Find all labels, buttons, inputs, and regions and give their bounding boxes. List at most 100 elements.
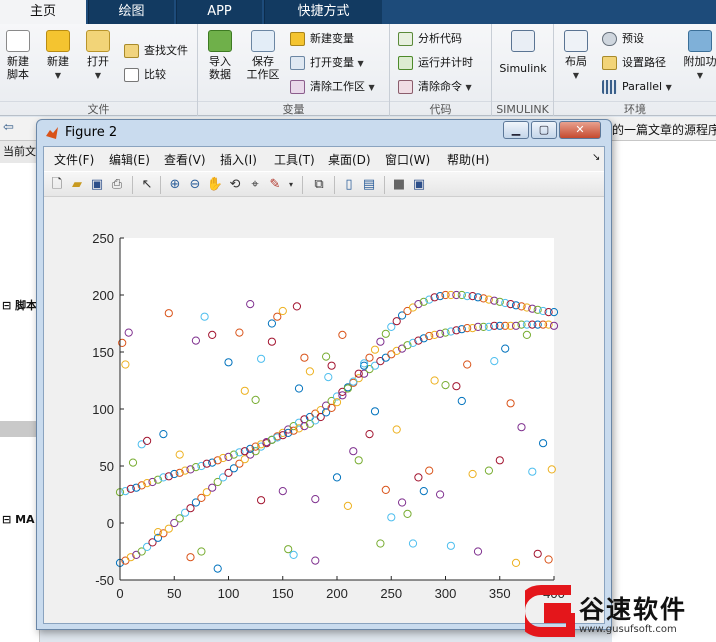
x-tick-label: 150	[272, 586, 294, 601]
group-label-simulink: SIMULINK	[492, 101, 553, 116]
group-label-environment: 环境	[554, 101, 716, 116]
plot-area: 0 50 100 150 200 250 300 350 400 -50 0 50 100 150 200 2…	[44, 198, 604, 623]
run-and-time-button[interactable]: 运行并计时	[398, 54, 473, 72]
ribbon-group-variable: 导入 数据 保存 工作区 新建变量 打开变量 ▼ 清除工作区 ▼ 变量	[198, 24, 390, 116]
menu-window[interactable]: 窗口(W)	[385, 151, 430, 168]
open-variable-icon	[290, 56, 305, 70]
minimize-button[interactable]: ▁	[503, 121, 529, 139]
ribbon-group-simulink: Simulink SIMULINK	[492, 24, 554, 116]
group-label-file: 文件	[0, 101, 197, 116]
y-tick-label: 150	[92, 345, 114, 360]
import-data-icon	[208, 30, 232, 52]
addons-icon	[688, 30, 712, 52]
x-tick-label: 50	[167, 586, 181, 601]
zoom-out-icon[interactable]: ⊖	[186, 176, 204, 194]
back-arrow-icon[interactable]: ⇦	[3, 120, 14, 135]
analyze-code-icon	[398, 32, 413, 46]
new-script-button[interactable]: 新建 脚本	[0, 30, 36, 81]
addons-button[interactable]: 附加功 ▼	[680, 30, 716, 82]
rotate-3d-icon[interactable]: ⟲	[226, 176, 244, 194]
maximize-button[interactable]: ▢	[531, 121, 557, 139]
menu-view[interactable]: 查看(V)	[164, 151, 206, 168]
selected-row[interactable]	[0, 421, 40, 437]
ribbon-group-code: 分析代码 运行并计时 清除命令 ▼ 代码	[390, 24, 492, 116]
y-tick-label: 100	[92, 402, 114, 417]
hide-plot-tools-icon[interactable]: ■	[390, 176, 408, 194]
save-workspace-icon	[251, 30, 275, 52]
save-workspace-button[interactable]: 保存 工作区	[242, 30, 284, 81]
chevron-down-icon: ▼	[696, 71, 704, 80]
workspace-panel	[612, 141, 716, 642]
tab-home[interactable]: 主页	[0, 0, 86, 24]
legend-icon[interactable]: ▤	[360, 176, 378, 194]
tab-apps[interactable]: APP	[176, 0, 262, 24]
zoom-in-icon[interactable]: ⊕	[166, 176, 184, 194]
menu-insert[interactable]: 插入(I)	[220, 151, 257, 168]
figure-title-bar[interactable]: Figure 2 ▁ ▢ ✕	[37, 120, 611, 146]
set-path-button[interactable]: 设置路径	[602, 54, 666, 72]
new-figure-icon[interactable]: 🗋	[48, 176, 66, 194]
open-button[interactable]: 打开 ▼	[80, 30, 116, 82]
simulink-button[interactable]: Simulink	[498, 30, 548, 75]
ribbon: 新建 脚本 新建▼ 打开▼ 查找文件 比较 文件 导入 数据 保存 工作区	[0, 24, 716, 116]
import-data-button[interactable]: 导入 数据	[202, 30, 238, 81]
tab-shortcuts[interactable]: 快捷方式	[264, 0, 382, 24]
run-and-time-icon	[398, 56, 413, 70]
expand-icon[interactable]: ⊟	[2, 299, 11, 312]
clear-commands-button[interactable]: 清除命令 ▼	[398, 78, 472, 96]
compare-button[interactable]: 比较	[124, 66, 166, 84]
save-icon[interactable]: ▣	[88, 176, 106, 194]
toolbar-separator	[160, 176, 161, 194]
new-button[interactable]: 新建 ▼	[40, 30, 76, 82]
new-script-icon	[6, 30, 30, 52]
open-variable-button[interactable]: 打开变量 ▼	[290, 54, 364, 72]
data-cursor-icon[interactable]: ⌖	[246, 176, 264, 194]
clear-commands-icon	[398, 80, 413, 94]
x-tick-label: 300	[435, 586, 457, 601]
y-tick-label: 250	[92, 231, 114, 246]
close-button[interactable]: ✕	[559, 121, 601, 139]
figure-client-area: 文件(F) 编辑(E) 查看(V) 插入(I) 工具(T) 桌面(D) 窗口(W…	[43, 146, 605, 624]
print-icon[interactable]: ⎙	[108, 176, 126, 194]
chevron-down-icon: ▼	[572, 71, 580, 80]
chevron-down-icon: ▼	[665, 83, 672, 92]
colorbar-icon[interactable]: ▯	[340, 176, 358, 194]
chevron-down-icon[interactable]: ▾	[282, 176, 300, 194]
new-variable-button[interactable]: 新建变量	[290, 30, 354, 48]
menu-help[interactable]: 帮助(H)	[447, 151, 489, 168]
ribbon-group-environment: 布局 ▼ 预设 设置路径 Parallel ▼ 附加功 ▼ 环境	[554, 24, 716, 116]
tree-node-scripts[interactable]: ⊟ 脚本	[2, 297, 37, 313]
gear-icon	[602, 32, 617, 46]
dock-arrow-icon[interactable]: ↘	[592, 152, 600, 163]
current-folder-header: 当前文	[0, 141, 40, 163]
toolbar-separator	[384, 176, 385, 194]
preferences-button[interactable]: 预设	[602, 30, 644, 48]
analyze-code-button[interactable]: 分析代码	[398, 30, 462, 48]
pointer-icon[interactable]: ↖	[138, 176, 156, 194]
x-tick-label: 100	[218, 586, 240, 601]
y-tick-label: 50	[100, 459, 114, 474]
tab-plots[interactable]: 绘图	[88, 0, 174, 24]
parallel-button[interactable]: Parallel ▼	[602, 78, 672, 96]
figure-window[interactable]: Figure 2 ▁ ▢ ✕ 文件(F) 编辑(E) 查看(V) 插入(I) 工…	[36, 119, 612, 630]
clear-workspace-button[interactable]: 清除工作区 ▼	[290, 78, 375, 96]
chevron-down-icon: ▼	[465, 83, 472, 92]
menu-file[interactable]: 文件(F)	[54, 151, 94, 168]
menu-edit[interactable]: 编辑(E)	[109, 151, 150, 168]
pan-hand-icon[interactable]: ✋	[206, 176, 224, 194]
watermark: 谷速软件 www.gusufsoft.com	[525, 578, 716, 642]
find-files-button[interactable]: 查找文件	[124, 42, 188, 60]
menu-desktop[interactable]: 桌面(D)	[328, 151, 371, 168]
scatter-plot[interactable]: 0 50 100 150 200 250 300 350 400-500501001502002…	[44, 198, 604, 623]
show-plot-tools-icon[interactable]: ▣	[410, 176, 428, 194]
menu-tools[interactable]: 工具(T)	[274, 151, 315, 168]
open-file-icon[interactable]: ▰	[68, 176, 86, 194]
link-plot-icon[interactable]: ⧉	[310, 176, 328, 194]
toolbar-separator	[302, 176, 303, 194]
x-tick-label: 200	[326, 586, 348, 601]
watermark-logo-icon	[525, 585, 575, 637]
new-variable-icon	[290, 32, 305, 46]
layout-button[interactable]: 布局 ▼	[558, 30, 594, 82]
tree-node-mat[interactable]: ⊟ MA	[2, 513, 35, 526]
expand-icon[interactable]: ⊟	[2, 513, 11, 526]
